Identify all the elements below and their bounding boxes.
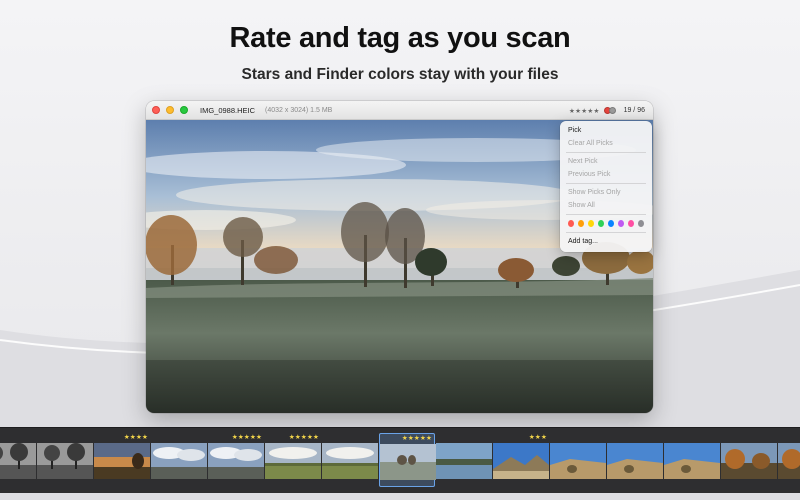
filmstrip-thumb[interactable] [0,433,36,487]
filmstrip-thumb[interactable] [151,433,207,487]
thumb-image [208,443,264,479]
subheadline: Stars and Finder colors stay with your f… [241,66,559,83]
filmstrip: ★★★★★★★★★★★★★★★★★★★★★★★ [0,427,800,493]
thumb-image [721,443,777,479]
color-tag-dot[interactable] [598,220,604,227]
filmstrip-thumb[interactable] [607,433,663,487]
minimize-button[interactable] [166,106,174,114]
menu-item-clear-all-picks[interactable]: Clear All Picks [560,137,652,150]
thumb-image [0,443,36,479]
filmstrip-thumb[interactable]: ★ [778,433,800,487]
zoom-button[interactable] [180,106,188,114]
window-controls [152,106,188,114]
menu-separator [566,214,646,215]
color-tag-row [560,217,652,230]
thumb-image [550,443,606,479]
thumb-image [380,444,436,480]
thumb-image [151,443,207,479]
close-button[interactable] [152,106,160,114]
color-tag-dot[interactable] [578,220,584,227]
menu-item-previous-pick[interactable]: Previous Pick [560,168,652,181]
thumb-image [493,443,549,479]
thumb-image [436,443,492,479]
rating-stars[interactable]: ★★★★★ [569,107,600,115]
thumb-image [94,443,150,479]
filmstrip-thumb[interactable]: ★★★★ [94,433,150,487]
headline: Rate and tag as you scan [229,22,571,54]
thumb-rating-stars: ★★★★★ [401,435,432,442]
menu-separator [566,152,646,153]
image-counter: 19 / 96 [623,107,645,114]
thumb-image [322,443,378,479]
thumb-image [664,443,720,479]
filmstrip-thumb[interactable]: ★★★★★ [265,433,321,487]
filmstrip-thumb-selected[interactable]: ★★★★★ [379,433,436,487]
color-tag-dot[interactable] [638,220,644,227]
tag-dot-gray [608,107,616,114]
thumb-rating-stars: ★★★ [528,434,547,441]
menu-item-next-pick[interactable]: Next Pick [560,155,652,168]
filmstrip-thumb[interactable] [721,433,777,487]
thumb-rating-stars: ★★★★★ [231,434,262,441]
thumb-rating-stars: ★★★★★ [288,434,319,441]
filmstrip-thumb[interactable] [37,433,93,487]
color-tag-dot[interactable] [588,220,594,227]
thumb-image [778,443,800,479]
context-menu: Pick Clear All Picks Next Pick Previous … [560,121,652,252]
tag-indicator[interactable] [603,107,616,114]
filmstrip-thumb[interactable]: ★★★ [493,433,549,487]
menu-item-show-all[interactable]: Show All [560,199,652,212]
color-tag-dot[interactable] [568,220,574,227]
menu-item-add-tag[interactable]: Add tag... [560,235,652,248]
menu-separator [566,183,646,184]
filmstrip-thumb[interactable] [322,433,378,487]
thumb-image [607,443,663,479]
title-bar: IMG_0988.HEIC (4032 x 3024) 1.5 MB ★★★★★… [146,101,653,120]
menu-item-pick[interactable]: Pick [560,124,652,137]
thumb-rating-stars: ★★★★ [123,434,148,441]
file-name: IMG_0988.HEIC [200,105,256,115]
thumb-image [37,443,93,479]
color-tag-dot[interactable] [618,220,624,227]
menu-item-show-picks-only[interactable]: Show Picks Only [560,186,652,199]
filmstrip-thumb[interactable] [436,433,492,487]
color-tag-dot[interactable] [608,220,614,227]
color-tag-dot[interactable] [628,220,634,227]
filmstrip-thumb[interactable] [664,433,720,487]
titlebar-status: ★★★★★ 19 / 96 [569,101,645,120]
filmstrip-thumb[interactable]: ★★★★★ [208,433,264,487]
file-info: (4032 x 3024) 1.5 MB [265,106,333,114]
menu-separator [566,232,646,233]
thumb-image [265,443,321,479]
filmstrip-thumb[interactable] [550,433,606,487]
